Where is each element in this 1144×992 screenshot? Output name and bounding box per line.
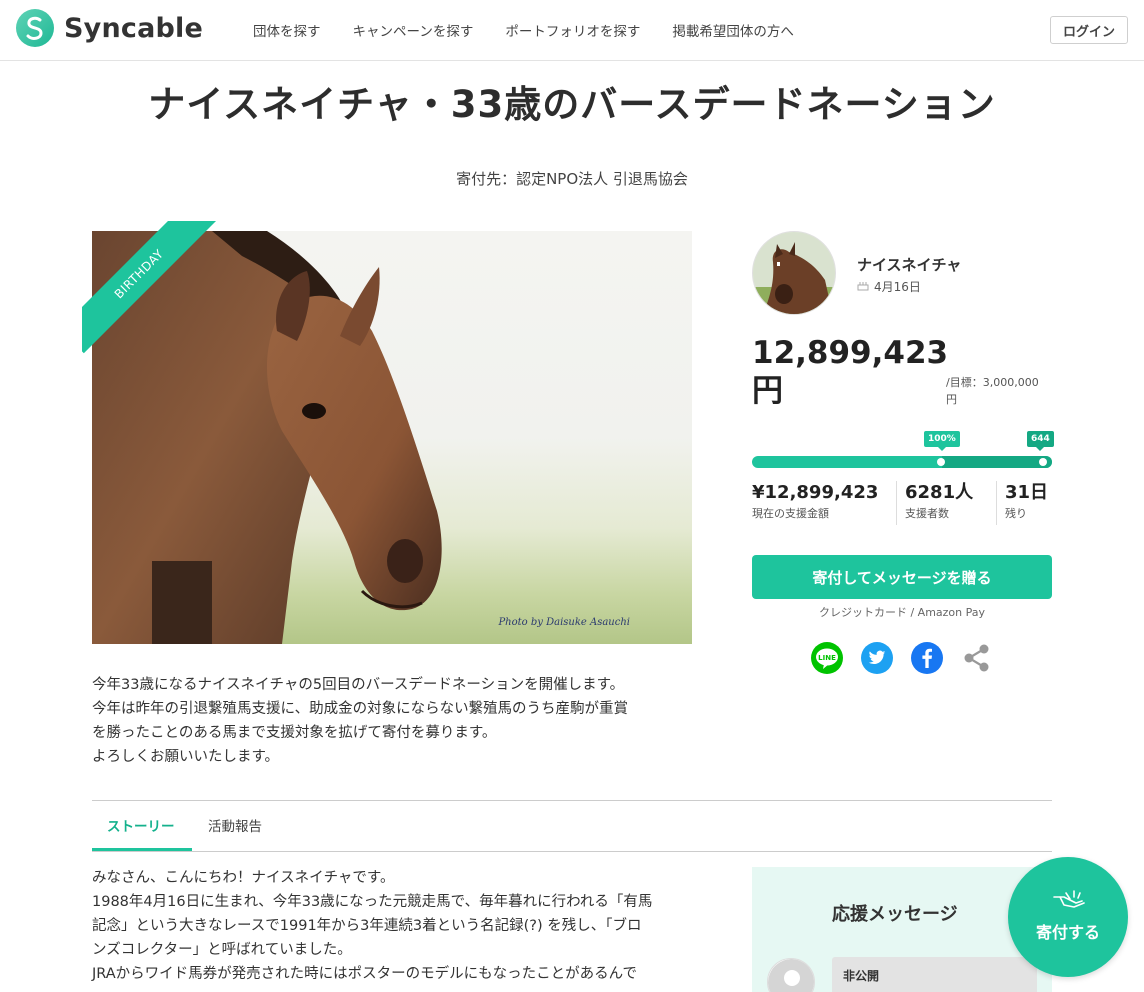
tabs-divider-bottom <box>92 851 1052 852</box>
campaign-summary: 今年33歳になるナイスネイチャの5回目のバースデードネーションを開催します。 今… <box>92 673 702 769</box>
summary-line: を勝ったことのある馬まで支援対象を拡げて寄付を募ります。 <box>92 725 497 741</box>
tabs-divider-top <box>92 800 1052 801</box>
progress-bar-overflow <box>942 456 1052 468</box>
donation-recipient[interactable]: 寄付先：認定NPO法人 引退馬協会 <box>0 168 1144 189</box>
stat-value: 6281人 <box>905 482 974 503</box>
photo-credit: Photo by Daisuke Asauchi <box>498 617 630 628</box>
horse-avatar[interactable] <box>752 231 836 315</box>
birthday-ribbon: BIRTHDAY <box>82 221 222 361</box>
message-bubble: 非公開 <box>832 957 1037 992</box>
stat-total-amount: ¥12,899,423 現在の支援金額 <box>752 481 896 525</box>
nav-for-organizations[interactable]: 掲載希望団体の方へ <box>672 20 794 40</box>
nav-find-portfolios[interactable]: ポートフォリオを探す <box>505 20 640 40</box>
support-messages-title: 応援メッセージ <box>832 904 958 925</box>
stat-label: 現在の支援金額 <box>752 507 829 520</box>
horse-name: ナイスネイチャ <box>857 256 962 274</box>
floating-donate-label: 寄付する <box>1035 923 1100 942</box>
payment-methods: クレジットカード / Amazon Pay <box>818 606 986 619</box>
story-content: みなさん、こんにちわ！ナイスネイチャです。 1988年4月16日に生まれ、今年3… <box>92 866 704 986</box>
campaign-stats: ¥12,899,423 現在の支援金額 6281人 支援者数 31日 残り <box>752 481 1052 525</box>
story-line: 1988年4月16日に生まれ、今年33歳になった元競走馬で、毎年暮れに行われる「… <box>92 894 653 910</box>
progress-bar <box>752 456 1052 468</box>
summary-line: 今年は昨年の引退繋殖馬支援に、助成金の対象にならない繋殖馬のうち産駒が重賞 <box>92 701 629 717</box>
donate-hand-icon <box>1053 890 1085 908</box>
site-header: Syncable 団体を探す キャンペーンを探す ポートフォリオを探す 掲載希望… <box>0 0 1144 61</box>
stat-value: 31日 <box>1005 482 1049 503</box>
tab-story[interactable]: ストーリー <box>107 815 175 835</box>
raised-amount-value: 12,899,423 <box>752 335 949 371</box>
progress-goal-marker <box>937 458 945 466</box>
goal-amount-value: /目標：3,000,000 <box>946 376 1039 389</box>
goal-amount: /目標：3,000,000 円 <box>946 374 1056 408</box>
brand-logo[interactable]: Syncable <box>16 9 203 47</box>
raised-amount-unit: 円 <box>752 373 783 409</box>
stat-label: 残り <box>1005 507 1027 520</box>
brand-name: Syncable <box>64 12 203 44</box>
login-button[interactable]: ログイン <box>1050 16 1128 44</box>
progress-end-marker <box>1039 458 1047 466</box>
stat-label: 支援者数 <box>905 507 949 520</box>
horse-birthday: 4月16日 <box>857 278 921 295</box>
story-line: JRAからワイド馬券が発売された時にはポスターのモデルにもなったことがあるんで <box>92 966 637 982</box>
nav-find-organizations[interactable]: 団体を探す <box>253 20 321 40</box>
donate-message-button[interactable]: 寄付してメッセージを贈る <box>752 555 1052 599</box>
stat-supporters: 6281人 支援者数 <box>896 481 996 525</box>
summary-line: よろしくお願いいたします。 <box>92 749 280 765</box>
share-buttons: LINE <box>811 642 1011 674</box>
facebook-icon[interactable] <box>911 642 943 674</box>
floating-donate-button[interactable]: 寄付する <box>1008 857 1128 977</box>
share-icon[interactable] <box>961 642 993 674</box>
raised-amount: 12,899,423 円 <box>752 334 952 410</box>
birthday-date: 4月16日 <box>874 280 921 294</box>
svg-text:LINE: LINE <box>818 654 836 662</box>
nav-find-campaigns[interactable]: キャンペーンを探す <box>353 20 474 40</box>
twitter-icon[interactable] <box>861 642 893 674</box>
message-author: 非公開 <box>843 969 880 983</box>
line-icon[interactable]: LINE <box>811 642 843 674</box>
syncable-logo-icon <box>16 9 54 47</box>
story-line: 記念」という大きなレースで1991年から3年連続3着という名記録(?) を残し、… <box>92 918 642 934</box>
stat-days-left: 31日 残り <box>996 481 1052 525</box>
summary-line: 今年33歳になるナイスネイチャの5回目のバースデードネーションを開催します。 <box>92 677 625 693</box>
cake-icon <box>857 279 869 294</box>
goal-amount-unit: 円 <box>946 393 957 406</box>
campaign-title: ナイスネイチャ・33歳のバースデードネーション <box>148 83 996 126</box>
tab-activity-report[interactable]: 活動報告 <box>208 815 262 835</box>
progress-goal-tag: 100% <box>924 431 960 451</box>
birthday-ribbon-label: BIRTHDAY <box>82 221 219 354</box>
main-nav: 団体を探す キャンペーンを探す ポートフォリオを探す 掲載希望団体の方へ <box>253 20 826 40</box>
progress-end-tag: 644 <box>1027 431 1054 451</box>
stat-value: ¥12,899,423 <box>752 482 879 503</box>
story-line: ンズコレクター」と呼ばれていました。 <box>92 942 352 958</box>
story-line: みなさん、こんにちわ！ナイスネイチャです。 <box>92 870 395 886</box>
